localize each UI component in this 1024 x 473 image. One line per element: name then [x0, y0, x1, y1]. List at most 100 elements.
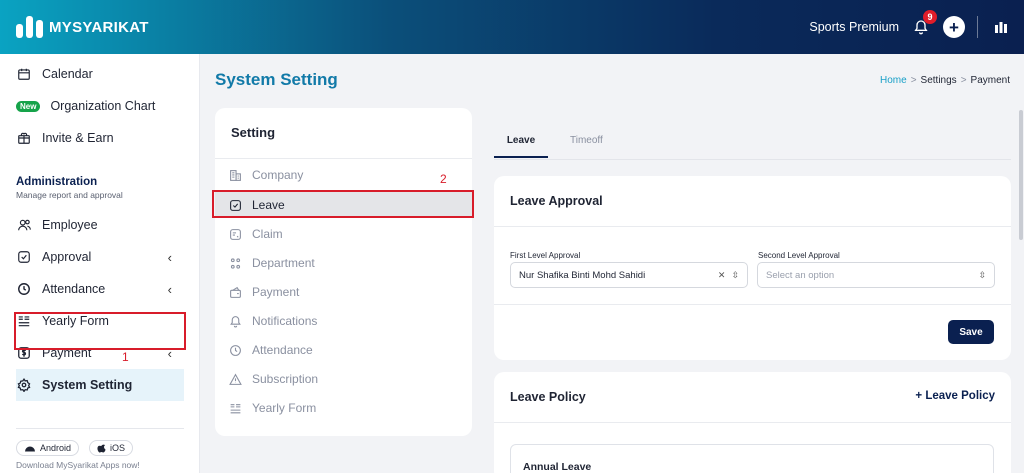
apps-icon[interactable]: [990, 16, 1012, 38]
sidebar-item-label: System Setting: [42, 378, 133, 392]
app-store-links: Android iOS: [16, 440, 134, 456]
setting-item-label: Yearly Form: [252, 401, 317, 415]
top-header: MYSYARIKAT Sports Premium 9 +: [0, 0, 1024, 54]
header-divider: [977, 16, 978, 38]
chevron-left-icon[interactable]: ‹: [168, 250, 172, 265]
receipt-icon: [228, 227, 242, 241]
setting-item-label: Department: [252, 256, 315, 270]
breadcrumb-separator: >: [960, 75, 967, 86]
annual-leave-card[interactable]: Annual Leave: [510, 444, 994, 473]
notification-button[interactable]: 9: [911, 10, 937, 37]
sidebar-item-employee[interactable]: Employee: [16, 213, 184, 237]
chevron-updown-icon: ⇳: [731, 269, 739, 280]
setting-item-department[interactable]: Department: [215, 250, 472, 276]
save-button[interactable]: Save: [948, 320, 994, 344]
setting-item-subscription[interactable]: Subscription: [215, 366, 472, 392]
page-scrollbar-thumb[interactable]: [1019, 110, 1023, 240]
check-square-icon: [16, 249, 32, 265]
setting-item-payment[interactable]: Payment: [215, 279, 472, 305]
chevron-left-icon[interactable]: ‹: [168, 282, 172, 297]
tab-timeoff[interactable]: Timeoff: [570, 128, 603, 158]
clock-icon: [16, 281, 32, 297]
logo[interactable]: MYSYARIKAT: [16, 16, 149, 38]
section-title-administration: Administration: [16, 176, 98, 188]
sidebar-item-system-setting[interactable]: System Setting: [16, 369, 184, 401]
building-icon: [228, 168, 242, 182]
logo-text: MYSYARIKAT: [49, 18, 149, 36]
add-leave-policy-button[interactable]: + Leave Policy: [915, 390, 995, 402]
setting-item-attendance[interactable]: Attendance: [215, 337, 472, 363]
breadcrumb: Home > Settings > Payment: [880, 75, 1010, 86]
apple-icon: [97, 444, 106, 453]
android-icon: [25, 446, 35, 452]
sidebar-item-approval[interactable]: Approval ‹: [16, 245, 184, 269]
annotation-number-1: 1: [122, 350, 129, 364]
first-level-approval-select[interactable]: Nur Shafika Binti Mohd Sahidi ✕ ⇳: [510, 262, 748, 288]
setting-item-label: Notifications: [252, 314, 318, 328]
org-icon: [228, 256, 242, 270]
new-badge: New: [16, 100, 41, 112]
card-divider: [494, 304, 1011, 305]
sidebar-item-organization-chart[interactable]: New Organization Chart: [16, 94, 184, 118]
setting-item-company[interactable]: Company: [215, 162, 472, 188]
second-level-approval-label: Second Level Approval: [758, 251, 840, 260]
form-icon: [228, 401, 242, 415]
setting-item-label: Attendance: [252, 343, 313, 357]
setting-item-notifications[interactable]: Notifications: [215, 308, 472, 334]
notification-badge: 9: [923, 10, 937, 24]
page-title: System Setting: [215, 70, 338, 89]
section-subtitle: Manage report and approval: [16, 190, 123, 200]
setting-menu-divider: [215, 158, 472, 159]
sidebar: Calendar New Organization Chart Invite &…: [0, 54, 200, 473]
sidebar-item-attendance[interactable]: Attendance ‹: [16, 277, 184, 301]
bell-icon: [228, 314, 242, 328]
sidebar-item-label: Approval: [42, 250, 92, 264]
sidebar-item-label: Organization Chart: [50, 99, 156, 113]
ios-store-button[interactable]: iOS: [89, 440, 134, 456]
chevron-updown-icon: ⇳: [978, 269, 986, 280]
card-divider: [494, 422, 1011, 423]
sidebar-item-label: Attendance: [42, 282, 106, 296]
setting-item-label: Company: [252, 168, 304, 182]
annotation-highlight-leave: [212, 190, 474, 218]
wallet-icon: [228, 285, 242, 299]
setting-item-claim[interactable]: Claim: [215, 221, 472, 247]
setting-menu-title: Setting: [231, 125, 276, 140]
clear-icon[interactable]: ✕: [718, 270, 726, 281]
breadcrumb-home[interactable]: Home: [880, 75, 907, 86]
annotation-highlight-system-setting: [14, 312, 186, 350]
setting-item-label: Payment: [252, 285, 300, 299]
add-button[interactable]: +: [943, 16, 965, 38]
header-actions: Sports Premium 9 +: [809, 0, 1012, 54]
download-apps-text: Download MySyarikat Apps now!: [16, 460, 140, 470]
breadcrumb-payment: Payment: [970, 75, 1010, 86]
warning-icon: [228, 372, 242, 386]
setting-item-yearly-form[interactable]: Yearly Form: [215, 395, 472, 421]
annual-leave-title: Annual Leave: [523, 461, 592, 473]
tab-leave[interactable]: Leave: [494, 128, 548, 158]
sidebar-item-invite-earn[interactable]: Invite & Earn: [16, 126, 184, 150]
leave-approval-title: Leave Approval: [510, 194, 603, 208]
setting-item-label: Claim: [252, 227, 283, 241]
gift-icon: [16, 130, 32, 146]
users-icon: [16, 217, 32, 233]
leave-policy-title: Leave Policy: [510, 390, 586, 404]
breadcrumb-separator: >: [910, 75, 917, 86]
sidebar-item-label: Calendar: [42, 67, 93, 81]
setting-item-label: Subscription: [252, 372, 319, 386]
clock-icon: [228, 343, 242, 357]
gear-icon: [16, 377, 32, 393]
first-level-approval-value: Nur Shafika Binti Mohd Sahidi: [519, 269, 646, 281]
sidebar-item-calendar[interactable]: Calendar: [16, 62, 184, 86]
annotation-number-2: 2: [440, 172, 447, 186]
second-level-approval-placeholder: Select an option: [766, 269, 835, 281]
android-store-button[interactable]: Android: [16, 440, 80, 456]
sidebar-item-label: Employee: [42, 218, 98, 232]
breadcrumb-settings[interactable]: Settings: [921, 75, 957, 86]
first-level-approval-label: First Level Approval: [510, 251, 581, 260]
plan-label[interactable]: Sports Premium: [809, 20, 899, 34]
sidebar-item-label: Invite & Earn: [42, 131, 114, 145]
leave-policy-card: Leave Policy + Leave Policy Annual Leave: [494, 372, 1011, 473]
second-level-approval-select[interactable]: Select an option ⇳: [757, 262, 995, 288]
leave-approval-card: Leave Approval First Level Approval Nur …: [494, 176, 1011, 360]
